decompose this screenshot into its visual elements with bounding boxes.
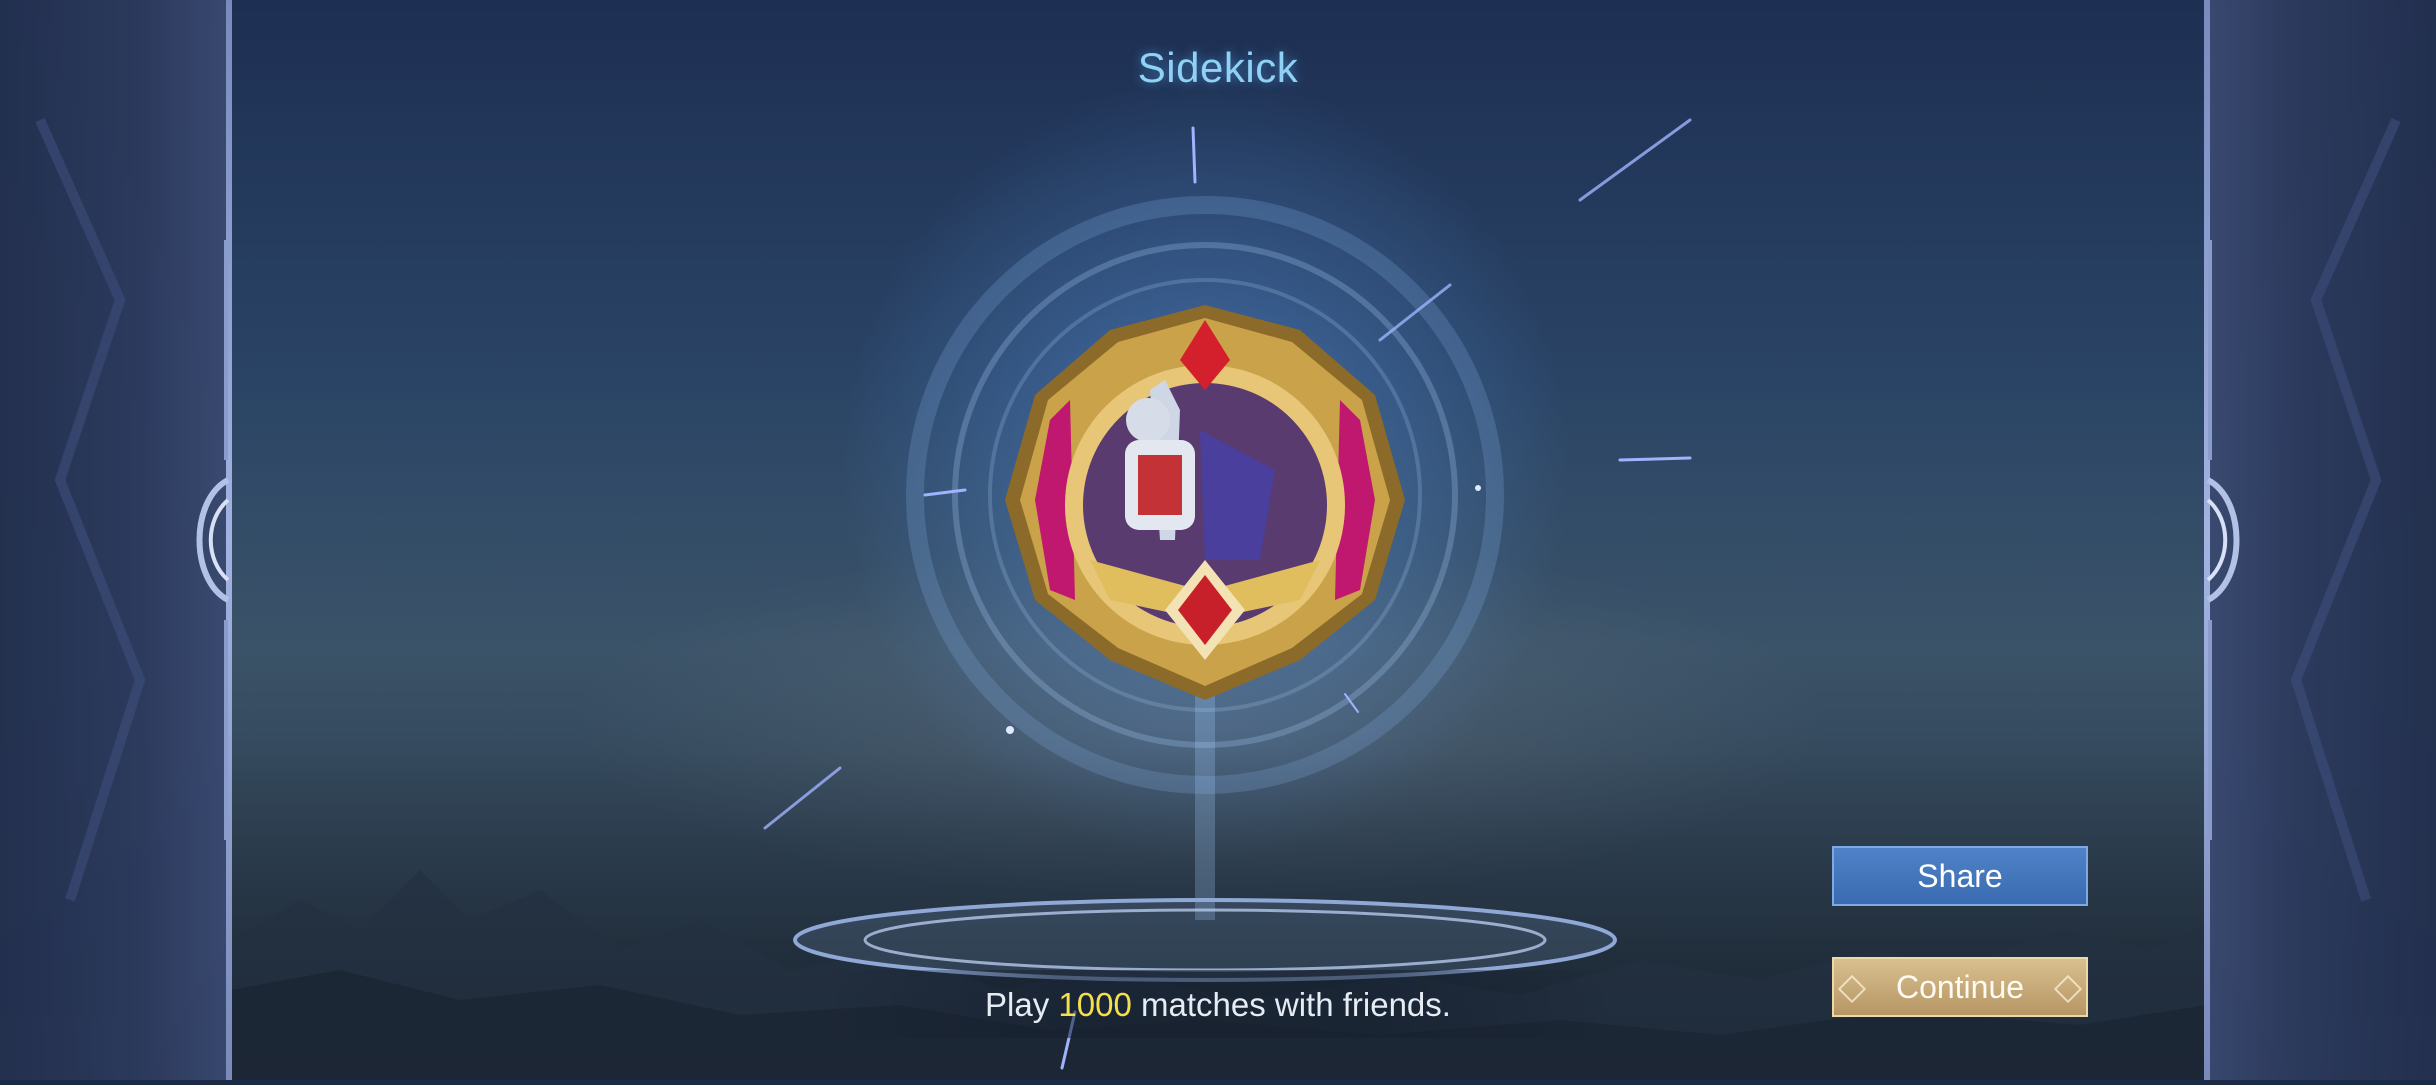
right-notch-icon [2053, 974, 2083, 1004]
continue-button-label: Continue [1895, 968, 2025, 1005]
continue-button[interactable]: Continue [1832, 957, 2088, 1017]
share-button[interactable]: Share [1832, 846, 2088, 906]
description-suffix: matches with friends. [1131, 986, 1451, 1023]
description-highlight: 1000 [1058, 986, 1132, 1023]
left-notch-icon [1837, 974, 1867, 1004]
knight-medal-icon [1005, 305, 1405, 700]
share-button-label: Share [1917, 857, 2003, 894]
description-prefix: Play [985, 986, 1059, 1023]
